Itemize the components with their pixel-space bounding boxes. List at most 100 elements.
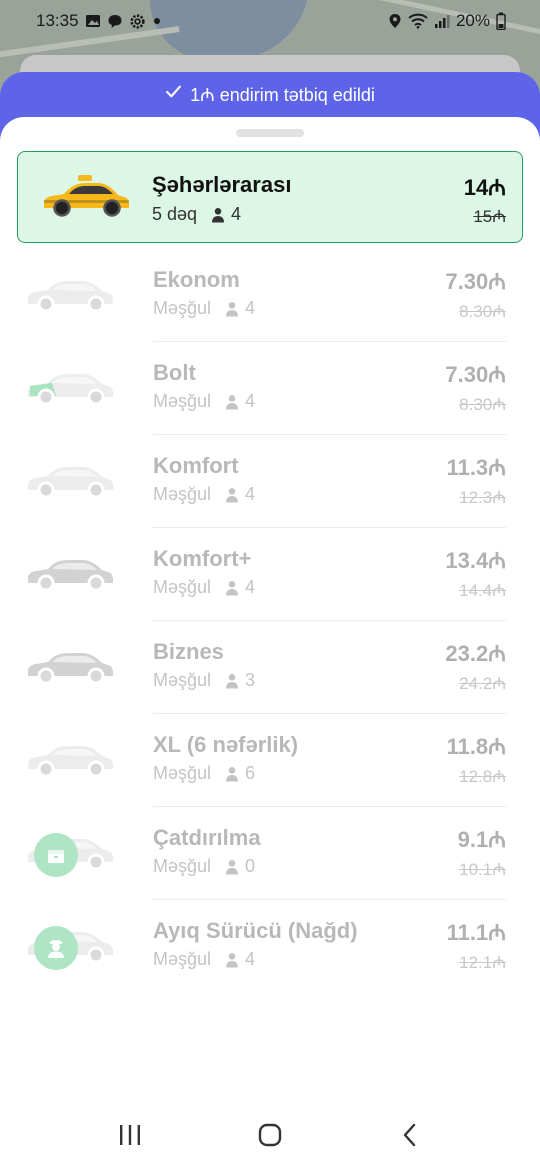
ride-name: Komfort+ [153, 546, 252, 571]
status-time: 13:35 [36, 11, 79, 30]
ride-meta: Məşğul 0 [153, 856, 255, 877]
ride-name: Bolt [153, 360, 196, 385]
passenger-icon [225, 301, 239, 317]
ride-old-price: 8.30₼ [459, 395, 506, 414]
ride-name: Komfort [153, 453, 239, 478]
ride-status: Məşğul [153, 949, 212, 969]
seat-count: 4 [245, 391, 256, 411]
home-icon[interactable] [240, 1115, 300, 1155]
ride-price: 14₼ [463, 175, 506, 200]
sheet-drag-handle[interactable] [236, 129, 304, 137]
ride-option-catdirilma[interactable]: Çatdırılma Məşğul 0 9.1₼ 10.1₼ [0, 807, 540, 900]
ride-meta: Məşğul 4 [153, 949, 255, 970]
ride-price: 13.4₼ [445, 548, 506, 573]
ride-price: 11.1₼ [446, 920, 506, 945]
seat-count: 3 [245, 670, 256, 690]
passenger-icon [225, 673, 239, 689]
seat-count: 4 [245, 949, 256, 969]
ride-name: Şəhərlərarası [152, 172, 292, 197]
ride-option-komfort-plus[interactable]: Komfort+ Məşğul 4 13.4₼ 14.4₼ [0, 528, 540, 621]
ride-price: 9.1₼ [457, 827, 506, 852]
ride-option-ayiq-surucu[interactable]: Ayıq Sürücü (Nağd) Məşğul 4 11.1₼ 12.1₼ [0, 900, 540, 993]
car-icon [22, 269, 116, 317]
battery-icon [496, 12, 506, 30]
ride-status: Məşğul [153, 670, 212, 690]
status-bar: 13:35 20% [0, 0, 540, 42]
seat-count: 0 [245, 856, 256, 876]
ride-old-price: 12.1₼ [459, 953, 506, 972]
ride-name: Ayıq Sürücü (Nağd) [153, 918, 358, 943]
ride-status: Məşğul [153, 577, 212, 597]
ride-meta: Məşğul 4 [153, 484, 255, 505]
seat-count: 4 [245, 298, 256, 318]
passenger-icon [225, 859, 239, 875]
ride-name: Ekonom [153, 267, 240, 292]
van-icon [22, 734, 116, 782]
image-icon [85, 13, 101, 29]
signal-icon [434, 13, 450, 29]
car-icon [22, 362, 116, 410]
wifi-icon [408, 13, 428, 29]
delivery-badge-icon [34, 833, 78, 877]
seat-count: 4 [231, 204, 242, 224]
ride-options-list: Şəhərlərarası 5 dəq 4 14₼ 15₼ Ekonom Məşğul 4 7.… [0, 151, 540, 993]
ride-name: XL (6 nəfərlik) [153, 732, 299, 757]
ride-meta: Məşğul 4 [153, 391, 255, 412]
passenger-icon [225, 394, 239, 410]
car-icon [22, 455, 116, 503]
ride-old-price: 14.4₼ [459, 581, 506, 600]
ride-old-price: 8.30₼ [459, 302, 506, 321]
ride-old-price: 24.2₼ [459, 674, 506, 693]
passenger-icon [225, 580, 239, 596]
passenger-icon [225, 952, 239, 968]
recent-apps-icon[interactable] [100, 1115, 160, 1155]
settings-icon [129, 13, 146, 30]
ride-status: Məşğul [153, 763, 212, 783]
ride-status: Məşğul [153, 484, 212, 504]
ride-meta: 5 dəq 4 [152, 204, 241, 225]
ride-status: Məşğul [153, 298, 212, 318]
ride-options-sheet: Şəhərlərarası 5 dəq 4 14₼ 15₼ Ekonom Məşğul 4 7.… [0, 117, 540, 1170]
status-right: 20% [388, 11, 506, 31]
seat-count: 4 [245, 484, 256, 504]
status-left: 13:35 [36, 11, 162, 31]
ride-status: 5 dəq [152, 204, 198, 224]
ride-option-biznes[interactable]: Biznes Məşğul 3 23.2₼ 24.2₼ [0, 621, 540, 714]
ride-old-price: 12.3₼ [459, 488, 506, 507]
ride-option-seherlerarasi[interactable]: Şəhərlərarası 5 dəq 4 14₼ 15₼ [17, 151, 523, 243]
passenger-icon [225, 766, 239, 782]
passenger-icon [211, 207, 225, 223]
driver-badge-icon [34, 926, 78, 970]
message-icon [107, 13, 123, 29]
car-icon [22, 548, 116, 596]
ride-status: Məşğul [153, 856, 212, 876]
ride-old-price: 15₼ [473, 207, 506, 226]
ride-option-xl[interactable]: XL (6 nəfərlik) Məşğul 6 11.8₼ 12.8₼ [0, 714, 540, 807]
ride-meta: Məşğul 6 [153, 763, 255, 784]
location-icon [388, 13, 402, 29]
ride-price: 11.3₼ [446, 455, 506, 480]
back-icon[interactable] [380, 1115, 440, 1155]
ride-price: 7.30₼ [445, 362, 506, 387]
ride-name: Çatdırılma [153, 825, 261, 850]
system-nav-bar [0, 1100, 540, 1170]
ride-price: 7.30₼ [445, 269, 506, 294]
ride-price: 11.8₼ [446, 734, 506, 759]
seat-count: 6 [245, 763, 256, 783]
battery-percent: 20% [455, 11, 490, 30]
ride-status: Məşğul [153, 391, 212, 411]
ride-meta: Məşğul 4 [153, 298, 255, 319]
ride-name: Biznes [153, 639, 224, 664]
dot-icon [152, 16, 162, 26]
ride-price: 23.2₼ [445, 641, 506, 666]
seat-count: 4 [245, 577, 256, 597]
ride-option-bolt[interactable]: Bolt Məşğul 4 7.30₼ 8.30₼ [0, 342, 540, 435]
ride-meta: Məşğul 3 [153, 670, 255, 691]
ride-old-price: 10.1₼ [459, 860, 506, 879]
taxi-car-icon [38, 173, 132, 221]
car-icon [22, 641, 116, 689]
passenger-icon [225, 487, 239, 503]
ride-meta: Məşğul 4 [153, 577, 255, 598]
ride-option-ekonom[interactable]: Ekonom Məşğul 4 7.30₼ 8.30₼ [0, 249, 540, 342]
ride-option-komfort[interactable]: Komfort Məşğul 4 11.3₼ 12.3₼ [0, 435, 540, 528]
